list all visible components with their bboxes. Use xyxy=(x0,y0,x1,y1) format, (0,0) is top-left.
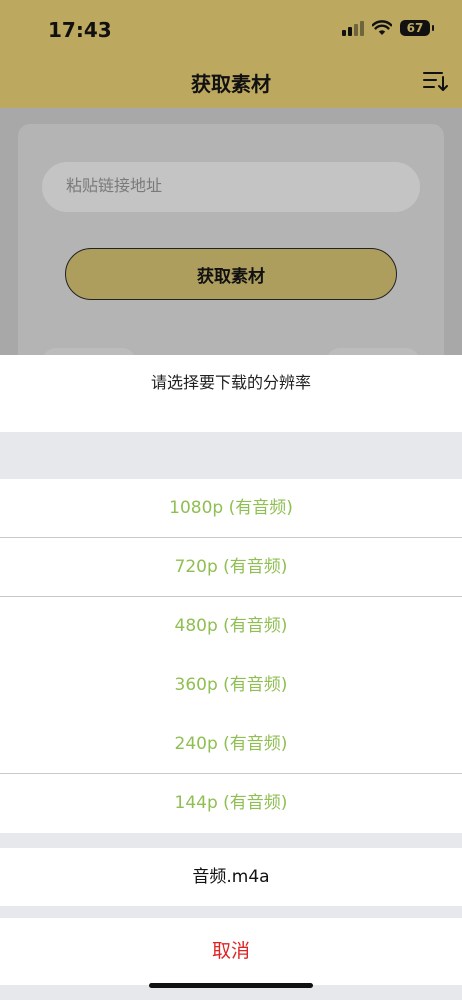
sort-icon[interactable] xyxy=(422,68,448,94)
sheet-title: 请选择要下载的分辨率 xyxy=(150,373,311,392)
option-1080p[interactable]: 1080p (有音频) xyxy=(0,479,462,538)
wifi-icon xyxy=(372,20,392,36)
fetch-button[interactable]: 获取素材 xyxy=(65,248,397,300)
home-indicator xyxy=(149,983,313,988)
option-480p[interactable]: 480p (有音频) xyxy=(0,597,462,656)
option-720p[interactable]: 720p (有音频) xyxy=(0,538,462,597)
cancel-button[interactable]: 取消 xyxy=(0,918,462,985)
status-time: 17:43 xyxy=(48,18,112,42)
option-360p[interactable]: 360p (有音频) xyxy=(0,656,462,715)
top-bar: 17:43 67 获取素材 xyxy=(0,0,462,108)
signal-icon xyxy=(342,20,364,36)
page-title: 获取素材 xyxy=(191,72,271,96)
battery-icon: 67 xyxy=(400,20,434,36)
option-144p[interactable]: 144p (有音频) xyxy=(0,774,462,833)
link-input[interactable] xyxy=(42,162,420,212)
input-card: 获取素材 xyxy=(18,124,444,374)
resolution-options: 1080p (有音频) 720p (有音频) 480p (有音频) 360p (… xyxy=(0,479,462,833)
option-audio-m4a[interactable]: 音频.m4a xyxy=(0,848,462,906)
sheet-header: 请选择要下载的分辨率 xyxy=(0,355,462,432)
status-icons: 67 xyxy=(342,20,434,36)
resolution-action-sheet: 请选择要下载的分辨率 1080p (有音频) 720p (有音频) 480p (… xyxy=(0,355,462,1000)
dimmed-content: 获取素材 xyxy=(0,108,462,378)
option-240p[interactable]: 240p (有音频) xyxy=(0,715,462,774)
